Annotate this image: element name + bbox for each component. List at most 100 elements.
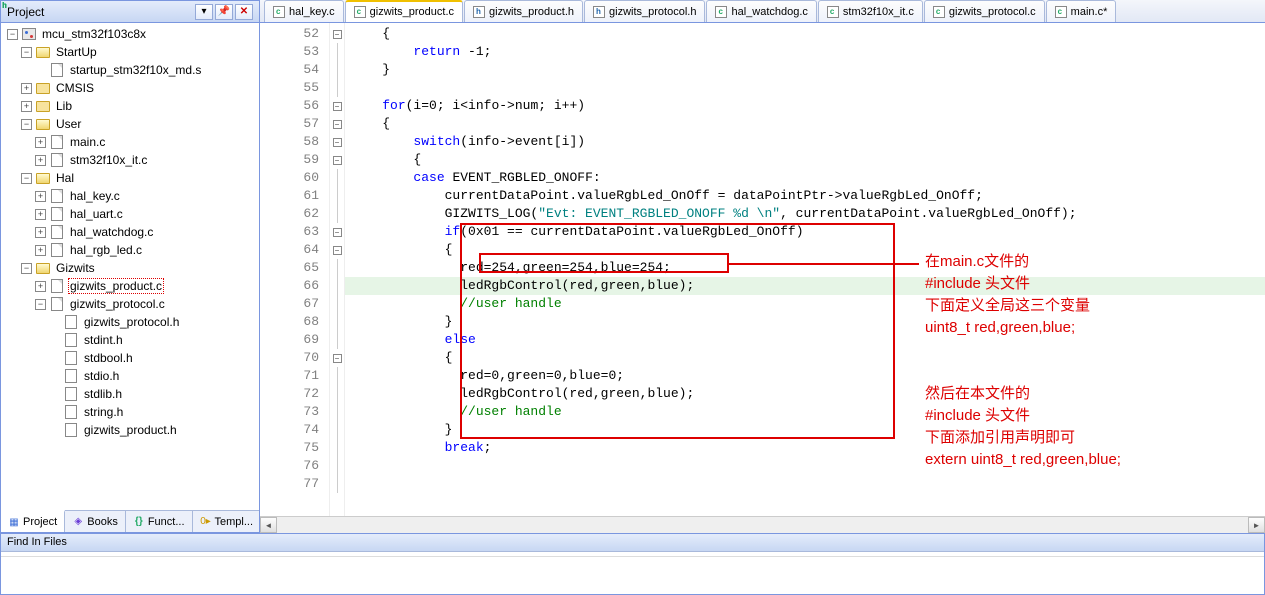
- tree-item[interactable]: string.h: [3, 403, 257, 421]
- code-line[interactable]: ledRgbControl(red,green,blue);: [345, 277, 1265, 295]
- tree-item[interactable]: +main.c: [3, 133, 257, 151]
- panel-pin-button[interactable]: 📌: [215, 4, 233, 20]
- fold-cell[interactable]: −: [330, 97, 344, 115]
- tree-item[interactable]: +stm32f10x_it.c: [3, 151, 257, 169]
- tree-toggle-icon[interactable]: +: [35, 191, 46, 202]
- fold-minus-icon[interactable]: −: [333, 228, 342, 237]
- code-line[interactable]: red=0,green=0,blue=0;: [345, 367, 1265, 385]
- fold-cell[interactable]: −: [330, 241, 344, 259]
- fold-cell[interactable]: [330, 313, 344, 331]
- fold-minus-icon[interactable]: −: [333, 102, 342, 111]
- code-line[interactable]: switch(info->event[i]): [345, 133, 1265, 151]
- scroll-right-button[interactable]: ►: [1248, 517, 1265, 533]
- tree-toggle-icon[interactable]: +: [35, 245, 46, 256]
- project-tree[interactable]: −mcu_stm32f103c8x−StartUpstartup_stm32f1…: [1, 23, 259, 510]
- code-line[interactable]: ledRgbControl(red,green,blue);: [345, 385, 1265, 403]
- fold-minus-icon[interactable]: −: [333, 138, 342, 147]
- fold-cell[interactable]: −: [330, 151, 344, 169]
- panel-tab-templ[interactable]: 0▸Templ...: [193, 511, 262, 532]
- panel-tab-books[interactable]: ◈Books: [65, 511, 126, 532]
- code-line[interactable]: red=254,green=254,blue=254;: [345, 259, 1265, 277]
- tree-item[interactable]: gizwits_protocol.h: [3, 313, 257, 331]
- tree-toggle-icon[interactable]: −: [21, 173, 32, 184]
- fold-cell[interactable]: [330, 331, 344, 349]
- fold-cell[interactable]: [330, 439, 344, 457]
- fold-minus-icon[interactable]: −: [333, 354, 342, 363]
- scroll-left-button[interactable]: ◄: [260, 517, 277, 533]
- code-line[interactable]: [345, 475, 1265, 493]
- editor-tab[interactable]: stm32f10x_it.c: [818, 0, 923, 22]
- tree-toggle-icon[interactable]: +: [35, 227, 46, 238]
- fold-cell[interactable]: [330, 61, 344, 79]
- tree-item[interactable]: gizwits_product.h: [3, 421, 257, 439]
- tree-item[interactable]: −StartUp: [3, 43, 257, 61]
- fold-cell[interactable]: [330, 457, 344, 475]
- fold-cell[interactable]: [330, 295, 344, 313]
- tree-toggle-icon[interactable]: −: [21, 263, 32, 274]
- fold-minus-icon[interactable]: −: [333, 156, 342, 165]
- tree-item[interactable]: startup_stm32f10x_md.s: [3, 61, 257, 79]
- fold-cell[interactable]: [330, 367, 344, 385]
- fold-cell[interactable]: [330, 259, 344, 277]
- tree-toggle-icon[interactable]: +: [21, 101, 32, 112]
- horizontal-scrollbar[interactable]: ◄ ►: [260, 516, 1265, 533]
- scroll-track[interactable]: [277, 517, 1248, 533]
- panel-tab-project[interactable]: ▦Project: [1, 510, 65, 532]
- fold-cell[interactable]: [330, 385, 344, 403]
- code-line[interactable]: break;: [345, 439, 1265, 457]
- fold-cell[interactable]: −: [330, 25, 344, 43]
- panel-tab-funct[interactable]: {}Funct...: [126, 511, 193, 532]
- editor-tab[interactable]: gizwits_product.h: [464, 0, 583, 22]
- code-line[interactable]: //user handle: [345, 403, 1265, 421]
- tree-toggle-icon[interactable]: +: [35, 155, 46, 166]
- find-in-files-body[interactable]: [1, 556, 1264, 594]
- code-line[interactable]: {: [345, 151, 1265, 169]
- fold-column[interactable]: − − − − − − − −: [330, 23, 345, 516]
- panel-dropdown-button[interactable]: ▾: [195, 4, 213, 20]
- tree-item[interactable]: +gizwits_product.c: [3, 277, 257, 295]
- fold-cell[interactable]: −: [330, 223, 344, 241]
- code-line[interactable]: //user handle: [345, 295, 1265, 313]
- tree-toggle-icon[interactable]: +: [35, 137, 46, 148]
- code-line[interactable]: return -1;: [345, 43, 1265, 61]
- tree-item[interactable]: −Gizwits: [3, 259, 257, 277]
- editor-tab[interactable]: hal_key.c: [264, 0, 344, 22]
- editor-tab[interactable]: gizwits_protocol.h: [584, 0, 705, 22]
- tree-item[interactable]: stdint.h: [3, 331, 257, 349]
- tree-item[interactable]: +Lib: [3, 97, 257, 115]
- code-line[interactable]: if(0x01 == currentDataPoint.valueRgbLed_…: [345, 223, 1265, 241]
- tree-toggle-icon[interactable]: −: [7, 29, 18, 40]
- code-line[interactable]: else: [345, 331, 1265, 349]
- editor-tab[interactable]: hal_watchdog.c: [706, 0, 816, 22]
- fold-minus-icon[interactable]: −: [333, 30, 342, 39]
- fold-cell[interactable]: −: [330, 115, 344, 133]
- code-line[interactable]: [345, 79, 1265, 97]
- fold-cell[interactable]: −: [330, 349, 344, 367]
- tree-item[interactable]: −Hal: [3, 169, 257, 187]
- tree-toggle-icon[interactable]: −: [21, 119, 32, 130]
- tree-toggle-icon[interactable]: +: [21, 83, 32, 94]
- fold-cell[interactable]: [330, 475, 344, 493]
- fold-cell[interactable]: [330, 79, 344, 97]
- tree-item[interactable]: −User: [3, 115, 257, 133]
- tree-item[interactable]: +hal_key.c: [3, 187, 257, 205]
- code-editor[interactable]: { return -1; } for(i=0; i<info->num; i++…: [345, 23, 1265, 516]
- code-line[interactable]: }: [345, 421, 1265, 439]
- tree-item[interactable]: +hal_rgb_led.c: [3, 241, 257, 259]
- code-line[interactable]: {: [345, 349, 1265, 367]
- editor-tab[interactable]: gizwits_protocol.c: [924, 0, 1045, 22]
- code-line[interactable]: for(i=0; i<info->num; i++): [345, 97, 1265, 115]
- code-line[interactable]: {: [345, 115, 1265, 133]
- tree-item[interactable]: stdbool.h: [3, 349, 257, 367]
- tree-item[interactable]: −gizwits_protocol.c: [3, 295, 257, 313]
- code-line[interactable]: {: [345, 25, 1265, 43]
- code-line[interactable]: currentDataPoint.valueRgbLed_OnOff = dat…: [345, 187, 1265, 205]
- code-line[interactable]: }: [345, 61, 1265, 79]
- fold-cell[interactable]: [330, 205, 344, 223]
- tree-item[interactable]: stdlib.h: [3, 385, 257, 403]
- tree-item[interactable]: +CMSIS: [3, 79, 257, 97]
- tree-item[interactable]: −mcu_stm32f103c8x: [3, 25, 257, 43]
- tree-toggle-icon[interactable]: +: [35, 209, 46, 220]
- fold-cell[interactable]: [330, 43, 344, 61]
- editor-tab[interactable]: gizwits_product.c: [345, 0, 463, 22]
